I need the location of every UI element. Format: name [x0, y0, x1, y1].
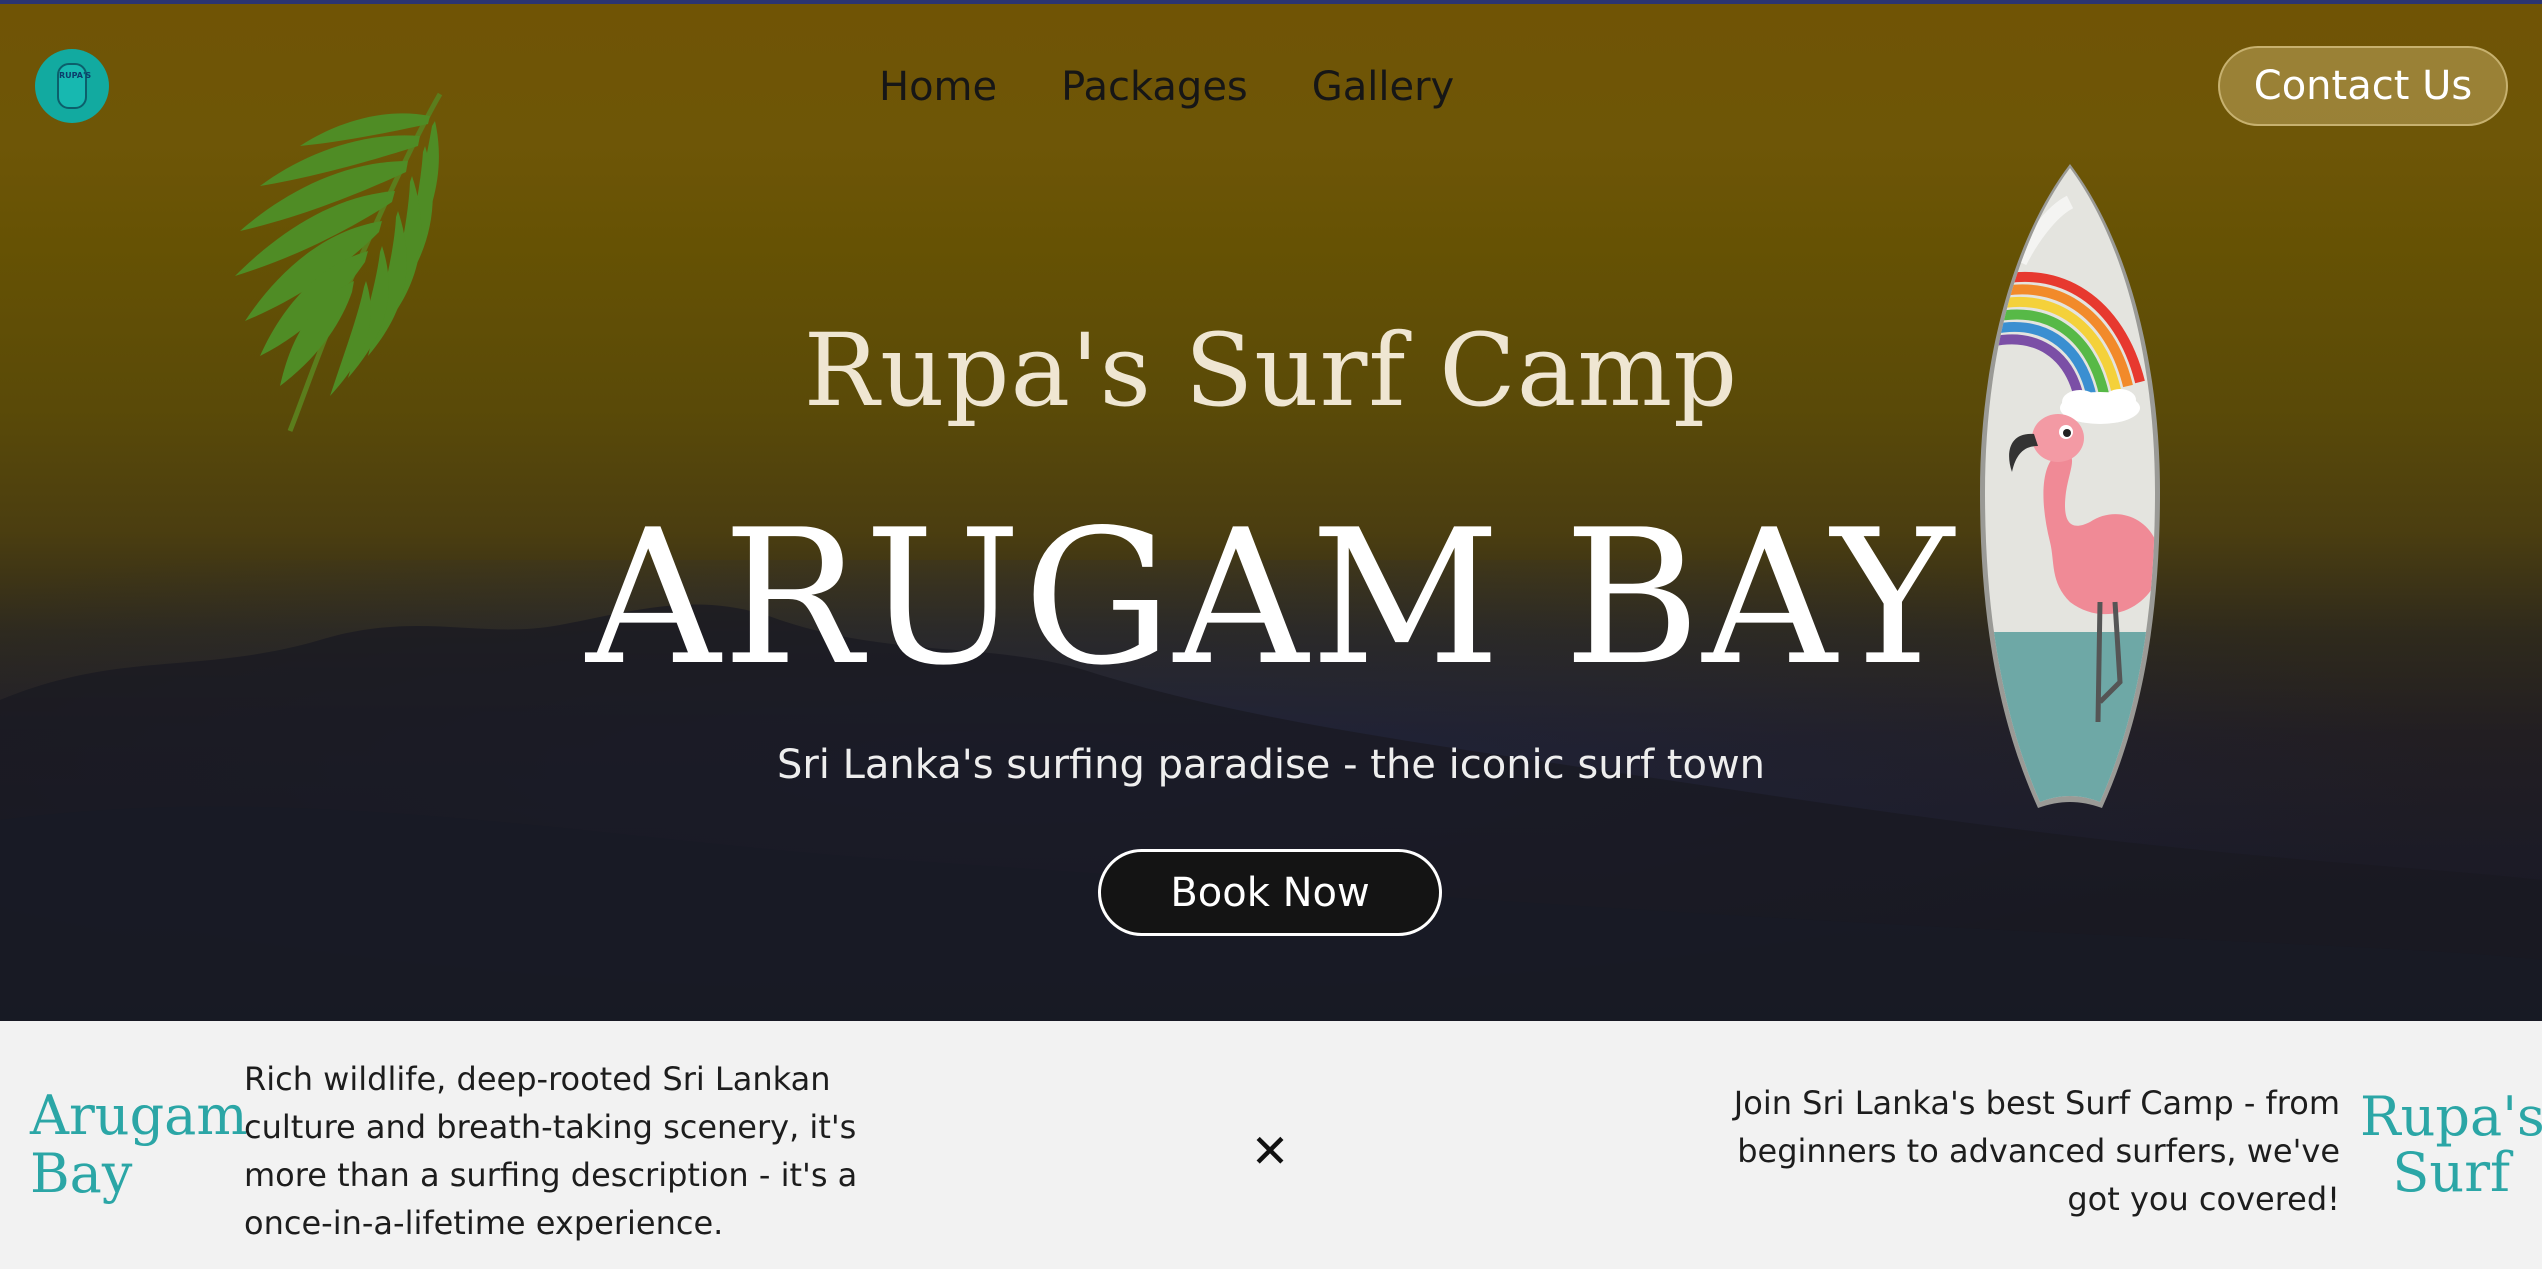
info-banner: Arugam Bay Rich wildlife, deep-rooted Sr… [0, 1021, 2542, 1269]
brand-left-line2: Bay [30, 1142, 133, 1205]
logo-badge[interactable]: RUPA'S [35, 49, 109, 123]
close-icon[interactable]: ✕ [1244, 1125, 1296, 1177]
hero-subtitle: Rupa's Surf Camp [803, 312, 1739, 429]
banner-text-left: Rich wildlife, deep-rooted Sri Lankan cu… [244, 1060, 858, 1242]
hero-title: ARUGAM BAY [586, 489, 1956, 706]
hero-section: RUPA'S Home Packages Gallery Contact Us [0, 0, 2542, 1021]
brand-left-line1: Arugam [30, 1084, 248, 1147]
main-nav: Home Packages Gallery [879, 60, 1454, 114]
brand-rupas-surf: Rupa's Surf [2360, 1085, 2542, 1204]
contact-us-button[interactable]: Contact Us [2218, 46, 2508, 126]
nav-item-gallery[interactable]: Gallery [1312, 60, 1454, 114]
nav-item-packages[interactable]: Packages [1061, 60, 1248, 114]
flamingo-surfboard-icon [1980, 164, 2160, 808]
book-now-button[interactable]: Book Now [1098, 849, 1442, 936]
logo-icon: RUPA'S [57, 63, 91, 109]
logo-text: RUPA'S [59, 71, 92, 80]
brand-right-line1: Rupa's [2360, 1085, 2542, 1148]
brand-arugam-bay: Arugam Bay [30, 1087, 248, 1203]
brand-right-line2: Surf [2392, 1141, 2510, 1204]
nav-item-home[interactable]: Home [879, 60, 997, 114]
hero-tagline: Sri Lanka's surfing paradise - the iconi… [776, 742, 1766, 788]
banner-text-right: Join Sri Lanka's best Surf Camp - from b… [1733, 1084, 2340, 1218]
